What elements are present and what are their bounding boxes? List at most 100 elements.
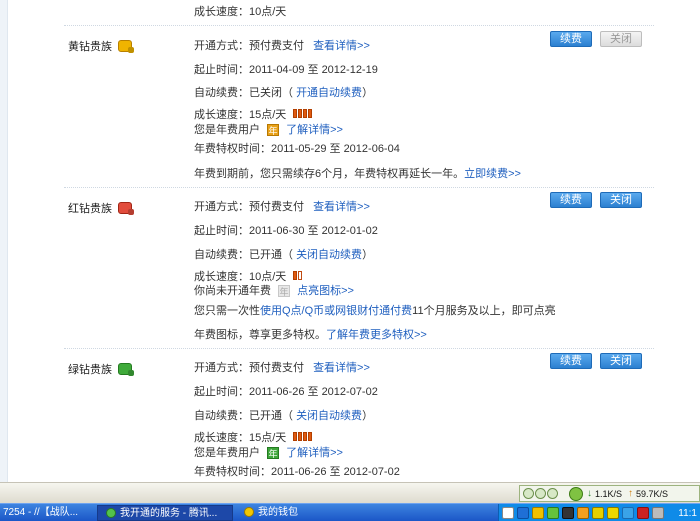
- period-label: 起止时间：: [194, 64, 249, 76]
- growth-speed: 成长速度：15点/天: [194, 429, 313, 445]
- privilege-period: 年费特权时间：2011-05-29 至 2012-06-04: [194, 140, 400, 156]
- year-status: 您是年费用户 年 了解详情>>: [194, 444, 343, 460]
- taskbar-item-forum[interactable]: 7254 - //【战队...: [0, 505, 95, 521]
- more-privileges-link[interactable]: 了解年费更多特权>>: [326, 329, 427, 341]
- speed-label: 成长速度：: [194, 6, 249, 18]
- service-name: 红钻贵族: [68, 200, 132, 216]
- period-value: 2011-06-26 至 2012-07-02: [249, 386, 378, 398]
- upload-speed: 59.7K/S: [636, 488, 669, 499]
- period-label: 起止时间：: [194, 386, 249, 398]
- privilege-value: 2011-05-29 至 2012-06-04: [271, 143, 400, 155]
- auto-tail: ）: [362, 87, 374, 99]
- year-status: 你尚未开通年费 年 点亮图标>>: [194, 282, 354, 298]
- clock: 11:1: [678, 507, 697, 519]
- year-fee-icon: 年: [267, 124, 280, 137]
- network-icon[interactable]: [569, 486, 583, 501]
- speed-label: 成长速度：: [194, 109, 249, 121]
- auto-value: 已开通（: [249, 410, 293, 422]
- pay-label: 开通方式：: [194, 362, 249, 374]
- service-title: 红钻贵族: [68, 203, 112, 215]
- tray-app-icon[interactable]: [637, 507, 649, 519]
- pay-details-link[interactable]: 查看详情>>: [313, 362, 370, 374]
- note2-text: 年费图标，尊享更多特权。: [194, 329, 326, 341]
- tray-app-icon[interactable]: [607, 507, 619, 519]
- page-content: 成长速度：10点/天 黄钻贵族 开通方式：预付费支付 查看详情>> 起止时间：2…: [0, 0, 700, 482]
- year-text: 您是年费用户: [194, 447, 260, 459]
- speed-value: 15点/天: [249, 432, 287, 444]
- privilege-period: 年费特权时间：2011-06-26 至 2012-07-02: [194, 463, 400, 479]
- speed-value: 15点/天: [249, 109, 287, 121]
- task-label: 我开通的服务 - 腾讯...: [120, 508, 218, 519]
- year-details-link[interactable]: 了解详情>>: [286, 124, 343, 136]
- pay-value: 预付费支付: [249, 201, 304, 213]
- close-button[interactable]: 关闭: [600, 31, 642, 47]
- status-strip: ↓ 1.1K/S ↑ 59.7K/S: [0, 482, 700, 503]
- disable-auto-renew-link[interactable]: 关闭自动续费: [296, 410, 362, 422]
- privilege-label: 年费特权时间：: [194, 143, 271, 155]
- period-label: 起止时间：: [194, 225, 249, 237]
- task-label: 7254 - //【战队...: [3, 507, 79, 518]
- year-note: 年费到期前，您只需续存6个月，年费特权再延长一年。立即续费>>: [194, 165, 521, 181]
- auto-renew: 自动续费：已开通（ 关闭自动续费）: [194, 407, 373, 423]
- pay-details-link[interactable]: 查看详情>>: [313, 201, 370, 213]
- arrows-icon[interactable]: [517, 507, 529, 519]
- row-divider: [64, 25, 654, 26]
- pay-label: 开通方式：: [194, 40, 249, 52]
- row-divider: [64, 348, 654, 349]
- service-title: 绿钻贵族: [68, 364, 112, 376]
- taskbar-item-services[interactable]: 我开通的服务 - 腾讯...: [97, 505, 233, 521]
- year-details-link[interactable]: 了解详情>>: [286, 447, 343, 459]
- browser-icon: [106, 508, 116, 519]
- pay-method-link[interactable]: 使用Q点/Q币或网银财付通付费: [260, 305, 412, 317]
- upload-arrow-icon: ↑: [628, 488, 634, 499]
- auto-label: 自动续费：: [194, 87, 249, 99]
- year-note: 您只需一次性使用Q点/Q币或网银财付通付费11个月服务及以上，即可点亮: [194, 302, 556, 318]
- help-icon[interactable]: [502, 507, 514, 519]
- tray-app-icon[interactable]: [562, 507, 574, 519]
- pay-value: 预付费支付: [249, 40, 304, 52]
- taskbar-item-wallet[interactable]: 我的钱包: [238, 505, 368, 521]
- year-text: 您是年费用户: [194, 124, 260, 136]
- tray-app-icon[interactable]: [547, 507, 559, 519]
- close-button[interactable]: 关闭: [600, 192, 642, 208]
- taskbar: 7254 - //【战队... 我开通的服务 - 腾讯... 我的钱包 11:1: [0, 503, 700, 521]
- period-value: 2011-06-30 至 2012-01-02: [249, 225, 378, 237]
- renew-button[interactable]: 续费: [550, 353, 592, 369]
- note-prefix: 您只需一次性: [194, 305, 260, 317]
- top-partial-row: 成长速度：10点/天: [194, 3, 286, 19]
- renew-button[interactable]: 续费: [550, 192, 592, 208]
- period-value: 2011-04-09 至 2012-12-19: [249, 64, 378, 76]
- renew-button[interactable]: 续费: [550, 31, 592, 47]
- row-divider: [64, 187, 654, 188]
- tray-app-icon[interactable]: [622, 507, 634, 519]
- renew-now-link[interactable]: 立即续费>>: [464, 168, 521, 180]
- pay-value: 预付费支付: [249, 362, 304, 374]
- auto-label: 自动续费：: [194, 249, 249, 261]
- speaker-icon[interactable]: [652, 507, 664, 519]
- system-tray: 11:1: [498, 504, 700, 521]
- tray-app-icon[interactable]: [532, 507, 544, 519]
- privilege-value: 2011-06-26 至 2012-07-02: [271, 466, 400, 478]
- pay-method: 开通方式：预付费支付 查看详情>>: [194, 198, 370, 214]
- green-diamond-icon: [118, 363, 132, 375]
- download-arrow-icon: ↓: [587, 488, 592, 499]
- light-icon-link[interactable]: 点亮图标>>: [297, 285, 354, 297]
- tray-app-icon[interactable]: [577, 507, 589, 519]
- download-speed: 1.1K/S: [595, 488, 623, 499]
- network-monitor: ↓ 1.1K/S ↑ 59.7K/S: [519, 485, 700, 502]
- auto-renew: 自动续费：已关闭（ 开通自动续费）: [194, 84, 373, 100]
- toggle-circles-icon[interactable]: [523, 488, 559, 499]
- enable-auto-renew-link[interactable]: 开通自动续费: [296, 87, 362, 99]
- task-label: 我的钱包: [258, 507, 298, 518]
- year-fee-icon: 年: [278, 285, 291, 298]
- disable-auto-renew-link[interactable]: 关闭自动续费: [296, 249, 362, 261]
- pay-label: 开通方式：: [194, 201, 249, 213]
- year-note-2: 年费图标，尊享更多特权。了解年费更多特权>>: [194, 326, 427, 342]
- privilege-label: 年费特权时间：: [194, 466, 271, 478]
- pay-details-link[interactable]: 查看详情>>: [313, 40, 370, 52]
- year-text: 你尚未开通年费: [194, 285, 271, 297]
- auto-tail: ）: [362, 249, 374, 261]
- note-mid: 11个月服务及以上，即可点亮: [412, 305, 556, 317]
- tray-app-icon[interactable]: [592, 507, 604, 519]
- close-button[interactable]: 关闭: [600, 353, 642, 369]
